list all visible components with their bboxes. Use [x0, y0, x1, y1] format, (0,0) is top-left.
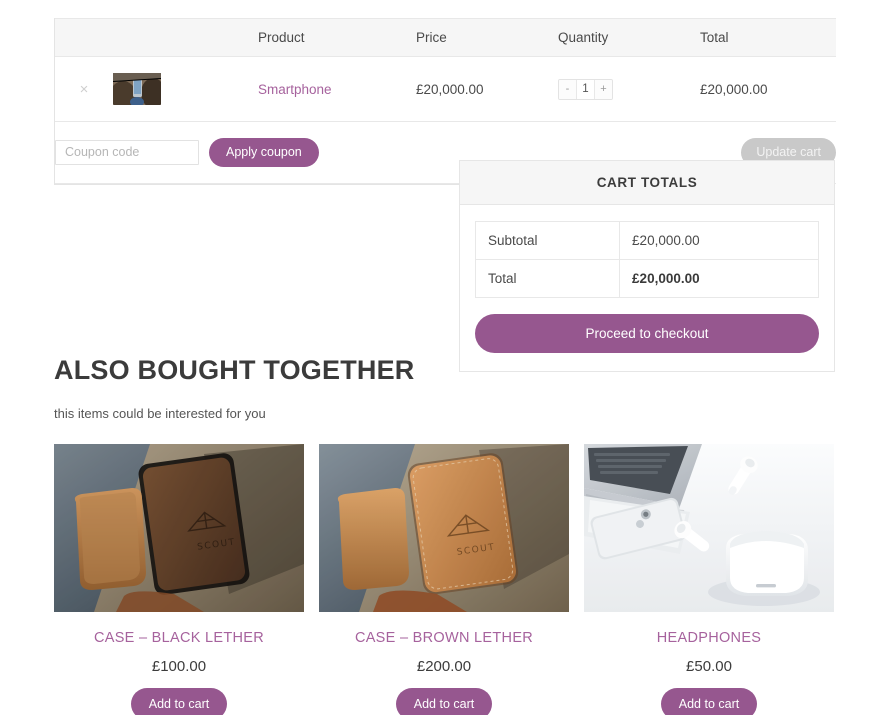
- cart-page: Product Price Quantity Total × Smartphon…: [0, 0, 894, 715]
- add-to-cart-button[interactable]: Add to cart: [660, 688, 758, 715]
- subtotal-label: Subtotal: [475, 221, 621, 260]
- table-row: × Smartphone £20,000.00 - 1 + £20,000.00: [55, 56, 836, 122]
- cart-cell-line-total: £20,000.00: [700, 56, 836, 122]
- list-item: HEADPHONES £50.00 Add to cart: [584, 444, 834, 715]
- column-header-price: Price: [416, 18, 558, 57]
- product-image-case-brown-lether[interactable]: SCOUT: [319, 444, 569, 612]
- totals-row-total: Total £20,000.00: [475, 259, 819, 298]
- total-label: Total: [475, 259, 621, 298]
- cart-cell-product: Smartphone: [258, 56, 416, 122]
- quantity-increment-button[interactable]: +: [595, 79, 612, 99]
- cart-table-head: Product Price Quantity Total: [55, 18, 836, 57]
- product-thumbnail[interactable]: [113, 73, 161, 105]
- product-title-link[interactable]: CASE – BLACK LETHER: [54, 630, 304, 646]
- remove-item-icon[interactable]: ×: [55, 82, 113, 97]
- total-value: £20,000.00: [632, 271, 700, 286]
- totals-row-subtotal: Subtotal £20,000.00: [475, 221, 819, 260]
- product-price: £100.00: [151, 658, 207, 675]
- photo-wireless-earbuds: [584, 444, 834, 612]
- list-item: SCOUT CASE – BROWN LETHER £200.00 Add to…: [319, 444, 569, 715]
- column-header-thumbnail: [113, 18, 258, 57]
- product-price: £200.00: [416, 658, 472, 675]
- product-image-headphones[interactable]: [584, 444, 834, 612]
- cart-cell-price: £20,000.00: [416, 56, 558, 122]
- apply-coupon-button[interactable]: Apply coupon: [209, 138, 319, 167]
- photo-black-leather-case: SCOUT: [54, 444, 304, 612]
- cart-totals-panel: CART TOTALS Subtotal £20,000.00 Total £2…: [459, 160, 835, 372]
- photo-brown-leather-case: SCOUT: [319, 444, 569, 612]
- cart-totals-title: CART TOTALS: [460, 161, 834, 205]
- product-image-case-black-lether[interactable]: SCOUT: [54, 444, 304, 612]
- page-title: ALSO BOUGHT TOGETHER: [54, 355, 415, 385]
- thumbnail-photo-person-with-phone: [113, 73, 161, 105]
- column-header-quantity: Quantity: [558, 18, 700, 57]
- proceed-to-checkout-button[interactable]: Proceed to checkout: [475, 314, 819, 353]
- add-to-cart-button[interactable]: Add to cart: [395, 688, 493, 715]
- column-header-product: Product: [258, 18, 416, 57]
- quantity-input[interactable]: [576, 79, 595, 99]
- cart-totals-body: Subtotal £20,000.00 Total £20,000.00 Pro…: [460, 205, 834, 371]
- quantity-stepper[interactable]: - +: [558, 78, 613, 100]
- product-price: £50.00: [686, 658, 732, 675]
- quantity-decrement-button[interactable]: -: [559, 79, 576, 99]
- cart-cell-thumbnail: [113, 56, 258, 122]
- product-card-list: SCOUT CASE – BLACK LETHER £100.00 Add to…: [54, 444, 835, 715]
- product-title-link[interactable]: CASE – BROWN LETHER: [319, 630, 569, 646]
- column-header-remove: [55, 18, 113, 57]
- list-item: SCOUT CASE – BLACK LETHER £100.00 Add to…: [54, 444, 304, 715]
- product-title-link[interactable]: HEADPHONES: [584, 630, 834, 646]
- section-subheading: this items could be interested for you: [54, 406, 266, 421]
- add-to-cart-button[interactable]: Add to cart: [130, 688, 228, 715]
- product-name-link[interactable]: Smartphone: [258, 82, 332, 97]
- cart-cell-remove: ×: [55, 56, 113, 122]
- cart-cell-quantity: - +: [558, 56, 700, 122]
- subtotal-value: £20,000.00: [619, 221, 819, 260]
- column-header-total: Total: [700, 18, 836, 57]
- coupon-code-input[interactable]: [55, 139, 199, 165]
- cart-totals-table: Subtotal £20,000.00 Total £20,000.00: [475, 221, 819, 298]
- cart-header-row: Product Price Quantity Total: [55, 18, 836, 57]
- cart-table: Product Price Quantity Total × Smartphon…: [55, 18, 836, 184]
- also-bought-together-section: ALSO BOUGHT TOGETHER this items could be…: [54, 355, 835, 715]
